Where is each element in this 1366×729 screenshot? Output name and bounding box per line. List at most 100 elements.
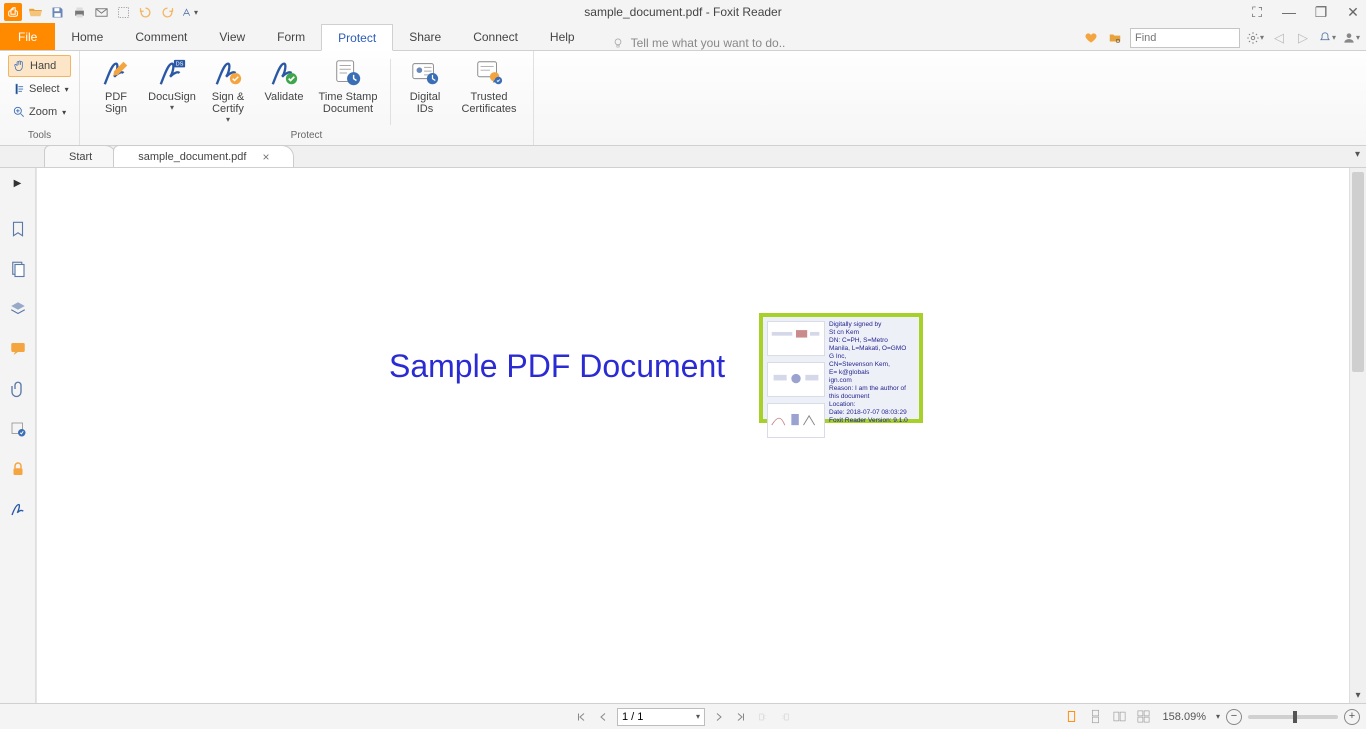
tab-help[interactable]: Help — [534, 23, 591, 50]
next-page-button[interactable] — [711, 709, 727, 725]
pdf-sign-button[interactable]: PDF Sign — [88, 55, 144, 129]
chevron-down-icon: ▾ — [226, 115, 230, 124]
digital-ids-label: Digital IDs — [410, 91, 441, 115]
tab-view[interactable]: View — [203, 23, 261, 50]
snapshot-button[interactable] — [114, 3, 132, 21]
page-dropdown-icon[interactable]: ▾ — [696, 712, 700, 721]
ribbon-mode-icon[interactable]: ⛶ — [1248, 4, 1266, 21]
save-button[interactable] — [48, 3, 66, 21]
timestamp-button[interactable]: Time Stamp Document — [312, 55, 384, 129]
tab-home[interactable]: Home — [55, 23, 119, 50]
pen-sign-icon — [9, 500, 27, 518]
typewriter-dropdown[interactable]: ▾ — [180, 3, 198, 21]
zoom-out-button[interactable]: − — [1226, 709, 1242, 725]
security-panel-button[interactable] — [8, 459, 28, 479]
gear-icon — [1246, 31, 1260, 45]
menu-right-tools: ▾ ◁ ▷ ▾ ▾ — [1082, 24, 1360, 51]
zoom-in-button[interactable]: + — [1344, 709, 1360, 725]
validate-label: Validate — [265, 91, 304, 103]
user-menu[interactable]: ▾ — [1342, 29, 1360, 47]
print-button[interactable] — [70, 3, 88, 21]
status-bar: ▾ 158.09% ▾ − + — [0, 703, 1366, 729]
email-button[interactable] — [92, 3, 110, 21]
next-view-button[interactable] — [777, 709, 793, 725]
svg-text:DS: DS — [176, 62, 184, 68]
minimize-button[interactable]: — — [1280, 4, 1298, 20]
zoom-tool[interactable]: Zoom▾ — [8, 101, 71, 123]
docusign-button[interactable]: DS DocuSign ▾ — [144, 55, 200, 129]
single-page-view[interactable] — [1063, 708, 1081, 726]
vertical-scrollbar[interactable]: ▾ — [1349, 168, 1366, 703]
folder-search-icon[interactable] — [1106, 29, 1124, 47]
pdfsign-panel-button[interactable] — [8, 499, 28, 519]
pages-icon — [9, 260, 27, 278]
signatures-panel-button[interactable] — [8, 419, 28, 439]
bookmarks-panel-button[interactable] — [8, 219, 28, 239]
comments-panel-button[interactable] — [8, 339, 28, 359]
heart-icon[interactable] — [1082, 29, 1100, 47]
prev-page-button[interactable] — [595, 709, 611, 725]
zoom-slider-handle[interactable] — [1293, 711, 1297, 723]
title-bar: ⎙ ▾ sample_document.pdf - Foxit Reader ⛶… — [0, 0, 1366, 24]
menu-tabs-row: File Home Comment View Form Protect Shar… — [0, 24, 1366, 51]
open-button[interactable] — [26, 3, 44, 21]
trusted-certs-button[interactable]: Trusted Certificates — [453, 55, 525, 129]
last-page-button[interactable] — [733, 709, 749, 725]
page-number-box[interactable]: ▾ — [617, 708, 705, 726]
close-button[interactable]: ✕ — [1344, 4, 1362, 21]
digital-ids-button[interactable]: Digital IDs — [397, 55, 453, 129]
layers-panel-button[interactable] — [8, 299, 28, 319]
hand-icon — [13, 59, 27, 73]
window-controls: ⛶ — ❐ ✕ — [1248, 4, 1362, 21]
current-doctab-label: sample_document.pdf — [138, 151, 246, 163]
select-tool[interactable]: Select▾ — [8, 78, 71, 100]
zoom-value-dropdown[interactable]: ▾ — [1216, 712, 1220, 721]
tab-connect[interactable]: Connect — [457, 23, 534, 50]
continuous-view[interactable] — [1087, 708, 1105, 726]
signature-widget[interactable]: Digitally signed by St cn Kem DN: C=PH, … — [759, 313, 923, 423]
pages-panel-button[interactable] — [8, 259, 28, 279]
next-find-button[interactable]: ▷ — [1294, 29, 1312, 47]
current-doctab[interactable]: sample_document.pdf × — [113, 145, 294, 167]
signature-panel-icon — [9, 420, 27, 438]
notification-bell[interactable]: ▾ — [1318, 29, 1336, 47]
start-doctab[interactable]: Start — [44, 145, 117, 167]
prev-view-button[interactable] — [755, 709, 771, 725]
doctab-menu-dropdown[interactable]: ▾ — [1355, 149, 1360, 160]
tell-me-field[interactable]: Tell me what you want to do.. — [611, 36, 786, 50]
signature-info: Digitally signed by St cn Kem DN: C=PH, … — [829, 321, 915, 415]
validate-button[interactable]: Validate — [256, 55, 312, 129]
validate-icon — [269, 58, 299, 88]
settings-dropdown[interactable]: ▾ — [1246, 29, 1264, 47]
tab-share[interactable]: Share — [393, 23, 457, 50]
continuous-facing-view[interactable] — [1135, 708, 1153, 726]
folder-open-icon — [28, 5, 43, 20]
sig-line: Reason: I am the author of — [829, 385, 915, 393]
file-tab[interactable]: File — [0, 23, 55, 50]
tab-form[interactable]: Form — [261, 23, 321, 50]
zoom-slider[interactable] — [1248, 715, 1338, 719]
first-page-button[interactable] — [573, 709, 589, 725]
rail-expand-button[interactable]: ▶ — [14, 178, 22, 189]
hand-tool[interactable]: Hand — [8, 55, 71, 77]
sign-certify-label: Sign & Certify — [212, 91, 244, 115]
attachments-panel-button[interactable] — [8, 379, 28, 399]
facing-view[interactable] — [1111, 708, 1129, 726]
scrollbar-down-icon[interactable]: ▾ — [1350, 690, 1366, 701]
sig-line: Foxit Reader Version: 9.1.0 — [829, 417, 915, 425]
workspace: ▶ Sample PDF Document Digitally signed b… — [0, 168, 1366, 703]
find-box[interactable] — [1130, 28, 1240, 48]
sign-certify-button[interactable]: Sign & Certify ▾ — [200, 55, 256, 129]
document-view[interactable]: Sample PDF Document Digitally signed by … — [36, 168, 1349, 703]
undo-button[interactable] — [136, 3, 154, 21]
scrollbar-thumb[interactable] — [1352, 172, 1364, 372]
close-doctab-button[interactable]: × — [262, 150, 269, 164]
tab-comment[interactable]: Comment — [119, 23, 203, 50]
redo-button[interactable] — [158, 3, 176, 21]
prev-find-button[interactable]: ◁ — [1270, 29, 1288, 47]
page-number-input[interactable] — [622, 711, 692, 723]
tab-protect[interactable]: Protect — [321, 24, 393, 51]
comment-icon — [9, 340, 27, 358]
timestamp-label: Time Stamp Document — [319, 91, 378, 115]
maximize-button[interactable]: ❐ — [1312, 4, 1330, 21]
